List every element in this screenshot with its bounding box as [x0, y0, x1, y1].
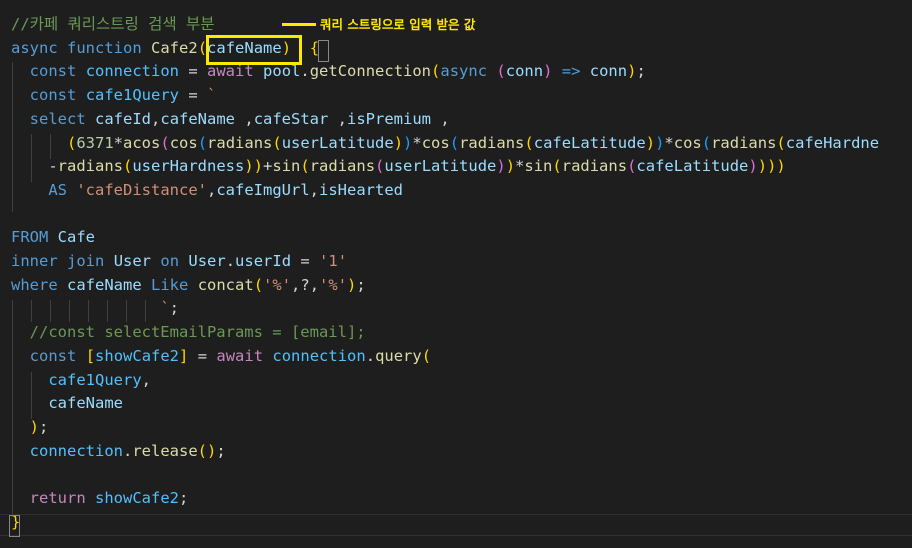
- code-line[interactable]: (6371*acos(cos(radians(userLatitude))*co…: [11, 132, 879, 156]
- bracket-match-box: [318, 40, 329, 62]
- bracket-match-box: [9, 515, 20, 537]
- code-line[interactable]: where cafeName Like concat('%',?,'%');: [11, 274, 366, 298]
- code-line[interactable]: const connection = await pool.getConnect…: [11, 60, 646, 84]
- code-line[interactable]: FROM Cafe: [11, 226, 95, 250]
- current-line-highlight: [0, 514, 912, 536]
- code-line[interactable]: cafe1Query,: [11, 369, 151, 393]
- code-line[interactable]: const cafe1Query = `: [11, 84, 217, 108]
- code-line[interactable]: cafeName: [11, 392, 123, 416]
- code-line[interactable]: const [showCafe2] = await connection.que…: [11, 345, 431, 369]
- code-line[interactable]: //const selectEmailParams = [email];: [11, 321, 366, 345]
- code-line[interactable]: AS 'cafeDistance',cafeImgUrl,isHearted: [11, 179, 403, 203]
- code-line[interactable]: `;: [11, 297, 179, 321]
- code-line[interactable]: select cafeId,cafeName ,cafeStar ,isPrem…: [11, 108, 450, 132]
- annotation-label: 쿼리 스트링으로 입력 받은 값: [320, 17, 476, 32]
- code-line[interactable]: -radians(userHardness))+sin(radians(user…: [11, 155, 785, 179]
- annotation-line: [282, 23, 316, 26]
- code-line[interactable]: connection.release();: [11, 440, 226, 464]
- code-line[interactable]: );: [11, 416, 49, 440]
- parameter-highlight-box: [206, 35, 302, 65]
- code-editor[interactable]: //카페 쿼리스트링 검색 부분 async function Cafe2(caf…: [0, 0, 912, 548]
- code-line[interactable]: inner join User on User.userId = '1': [11, 250, 347, 274]
- code-line[interactable]: return showCafe2;: [11, 487, 189, 511]
- code-line[interactable]: //카페 쿼리스트링 검색 부분: [11, 13, 215, 37]
